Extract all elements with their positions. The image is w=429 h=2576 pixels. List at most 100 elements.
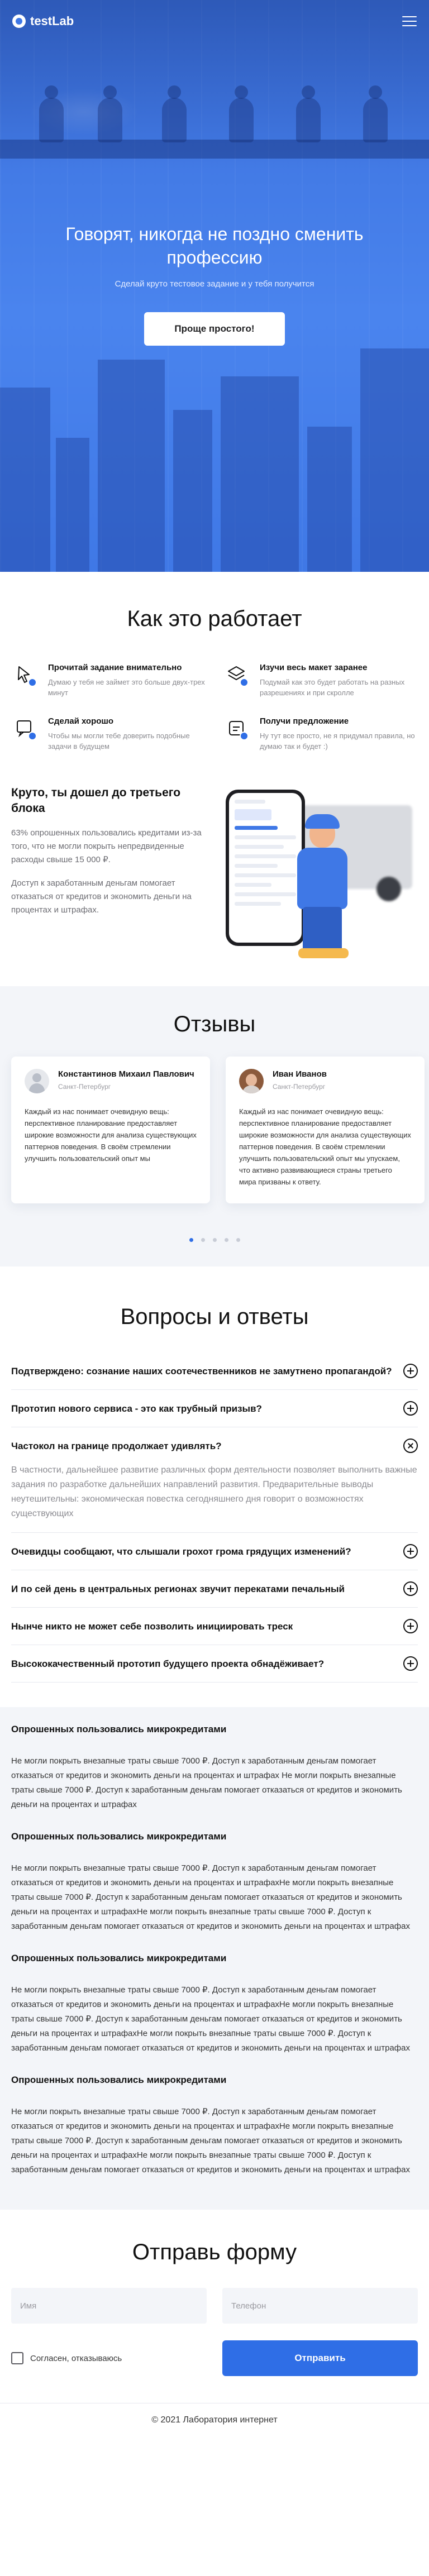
faq-question: Высококачественный прототип будущего про… — [11, 1658, 325, 1669]
review-card: Константинов Михаил Павлович Санкт-Петер… — [11, 1057, 210, 1203]
worker-silhouette — [162, 85, 187, 142]
faq-question-toggle[interactable]: И по сей день в центральных регионах зву… — [11, 1581, 418, 1596]
carousel-dot[interactable] — [224, 1238, 228, 1242]
faq-question-toggle[interactable]: Подтверждено: сознание наших соотечестве… — [11, 1364, 418, 1378]
faq-list: Подтверждено: сознание наших соотечестве… — [11, 1352, 418, 1683]
step-item: Прочитай задание внимательно Думаю у теб… — [11, 661, 206, 698]
faq-question: Подтверждено: сознание наших соотечестве… — [11, 1365, 392, 1377]
faq-item: Частокол на границе продолжает удивлять?… — [11, 1427, 418, 1533]
review-city: Санкт-Петербург — [58, 1083, 111, 1091]
avatar — [25, 1069, 49, 1093]
submit-button[interactable]: Отправить — [222, 2340, 418, 2376]
city-silhouette — [0, 332, 429, 572]
faq-question: Частокол на границе продолжает удивлять? — [11, 1440, 222, 1451]
promo-title: Круто, ты дошел до третьего блока — [11, 786, 181, 815]
faq-item: Высококачественный прототип будущего про… — [11, 1645, 418, 1683]
worker-illustration — [288, 814, 355, 958]
promo-text: Круто, ты дошел до третьего блока 63% оп… — [11, 785, 210, 917]
article-heading: Опрошенных пользовались микрокредитами — [11, 1953, 227, 1963]
section-title: Вопросы и ответы — [120, 1304, 309, 1329]
layers-icon — [223, 661, 250, 688]
carousel-dot[interactable] — [189, 1238, 193, 1242]
reviews-carousel[interactable]: Константинов Михаил Павлович Санкт-Петер… — [0, 1057, 429, 1203]
brand-name: testLab — [30, 14, 74, 28]
worker-silhouette — [296, 85, 321, 142]
step-text: Чтобы мы могли тебе доверить подобные за… — [48, 732, 190, 751]
step-text: Подумай как это будет работать на разных… — [260, 678, 405, 697]
faq-question: Очевидцы сообщают, что слышали грохот гр… — [11, 1546, 351, 1557]
article-text: Не могли покрыть внезапные траты свыше 7… — [11, 1863, 410, 1931]
promo-block: Круто, ты дошел до третьего блока 63% оп… — [11, 785, 418, 964]
landing-page: testLab Говорят, никогда не поздно смени… — [0, 0, 429, 2436]
review-author: Константинов Михаил Павлович — [58, 1069, 194, 1079]
worker-silhouette — [363, 85, 388, 142]
offer-icon — [223, 715, 250, 742]
plus-icon[interactable] — [403, 1401, 418, 1416]
faq-section: Вопросы и ответы Подтверждено: сознание … — [0, 1267, 429, 1707]
article-block: Опрошенных пользовались микрокредитами Не… — [11, 1723, 418, 1812]
review-text: Каждый из нас понимает очевидную вещь: п… — [239, 1107, 411, 1186]
menu-icon[interactable] — [402, 16, 417, 26]
article-heading: Опрошенных пользовались микрокредитами — [11, 1724, 227, 1734]
checkbox-icon[interactable] — [11, 2352, 23, 2364]
footer: © 2021 Лаборатория интернет — [0, 2403, 429, 2436]
step-text: Ну тут все просто, не я придумал правила… — [260, 732, 415, 751]
faq-question: Нынче никто не может себе позволить иниц… — [11, 1621, 293, 1632]
faq-item: Подтверждено: сознание наших соотечестве… — [11, 1352, 418, 1390]
carousel-dot[interactable] — [236, 1238, 240, 1242]
step-item: Сделай хорошо Чтобы мы могли тебе довери… — [11, 715, 206, 752]
plus-icon[interactable] — [403, 1364, 418, 1378]
agree-checkbox[interactable]: Согласен, отказываюсь — [11, 2352, 207, 2364]
chat-icon — [11, 715, 38, 742]
faq-question-toggle[interactable]: Очевидцы сообщают, что слышали грохот гр… — [11, 1544, 418, 1559]
hero-cta-button[interactable]: Проще простого! — [144, 312, 285, 346]
steps-grid: Прочитай задание внимательно Думаю у теб… — [11, 661, 418, 752]
article-block: Опрошенных пользовались микрокредитами Не… — [11, 1952, 418, 2056]
name-field[interactable] — [11, 2288, 207, 2324]
plus-icon[interactable] — [403, 1619, 418, 1633]
step-text: Думаю у тебя не займет это больше двух-т… — [48, 678, 205, 697]
hero-title: Говорят, никогда не поздно сменить профе… — [65, 224, 364, 267]
carousel-dot[interactable] — [201, 1238, 205, 1242]
worker-silhouette — [98, 85, 122, 142]
promo-illustration — [216, 785, 418, 964]
step-item: Изучи весь макет заранее Подумай как это… — [223, 661, 418, 698]
brand-logo[interactable]: testLab — [12, 14, 74, 28]
carousel-dot[interactable] — [212, 1238, 217, 1242]
article-text: Не могли покрыть внезапные траты свыше 7… — [11, 2107, 410, 2174]
step-title: Получи предложение — [260, 716, 349, 726]
phone-field[interactable] — [222, 2288, 418, 2324]
review-city: Санкт-Петербург — [273, 1083, 326, 1091]
promo-paragraph: 63% опрошенных пользовались кредитами из… — [11, 828, 202, 864]
carousel-dots — [0, 1238, 429, 1242]
section-title: Отзывы — [173, 1012, 256, 1036]
plus-icon[interactable] — [403, 1581, 418, 1596]
faq-question-toggle[interactable]: Нынче никто не может себе позволить иниц… — [11, 1619, 418, 1633]
hero-content: Говорят, никогда не поздно сменить профе… — [0, 222, 429, 346]
close-icon[interactable] — [403, 1438, 418, 1453]
faq-question: Прототип нового сервиса - это как трубны… — [11, 1403, 262, 1414]
section-title: Как это работает — [127, 606, 302, 631]
step-title: Прочитай задание внимательно — [48, 663, 182, 672]
review-text: Каждый из нас понимает очевидную вещь: п… — [25, 1107, 197, 1163]
article-block: Опрошенных пользовались микрокредитами Не… — [11, 2073, 418, 2177]
article-heading: Опрошенных пользовались микрокредитами — [11, 2075, 227, 2085]
avatar — [239, 1069, 264, 1093]
steel-beam — [0, 140, 429, 159]
how-it-works-section: Как это работает Прочитай задание внимат… — [0, 572, 429, 986]
hero-subtitle: Сделай круто тестовое задание и у тебя п… — [115, 279, 314, 289]
faq-question-toggle[interactable]: Частокол на границе продолжает удивлять? — [11, 1438, 418, 1453]
plus-icon[interactable] — [403, 1544, 418, 1559]
faq-question-toggle[interactable]: Высококачественный прототип будущего про… — [11, 1656, 418, 1671]
logo-icon — [12, 15, 26, 28]
cursor-icon — [11, 661, 38, 688]
faq-question-toggle[interactable]: Прототип нового сервиса - это как трубны… — [11, 1401, 418, 1416]
agree-label: Согласен, отказываюсь — [30, 2353, 122, 2363]
article-text: Не могли покрыть внезапные траты свыше 7… — [11, 1985, 410, 2053]
section-title: Отправь форму — [132, 2240, 297, 2264]
top-nav: testLab — [0, 0, 429, 42]
review-card: Иван Иванов Санкт-Петербург Каждый из на… — [226, 1057, 425, 1203]
copyright: © 2021 Лаборатория интернет — [151, 2415, 278, 2425]
step-title: Изучи весь макет заранее — [260, 663, 368, 672]
plus-icon[interactable] — [403, 1656, 418, 1671]
